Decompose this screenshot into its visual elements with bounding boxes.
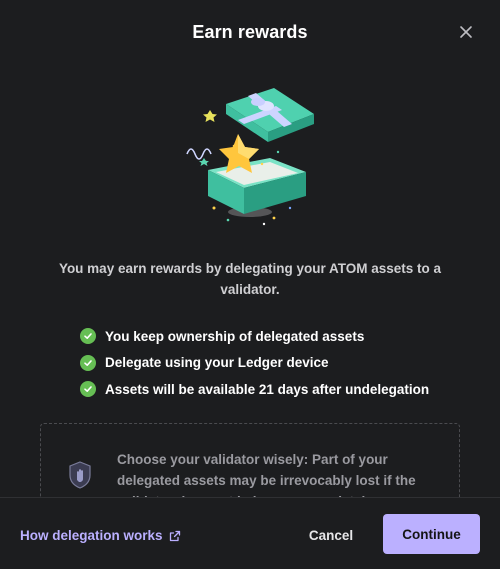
list-item-label: You keep ownership of delegated assets: [105, 328, 365, 344]
check-circle-icon: [80, 328, 96, 345]
list-item: Assets will be available 21 days after u…: [80, 376, 460, 403]
check-circle-icon: [80, 381, 96, 398]
dialog-footer: How delegation works Cancel Continue: [0, 497, 500, 569]
earn-rewards-dialog: Earn rewards You may earn rewards by del…: [0, 0, 500, 569]
shield-hand-icon: [67, 460, 93, 490]
list-item-label: Delegate using your Ledger device: [105, 355, 329, 371]
intro-text: You may earn rewards by delegating your …: [58, 261, 442, 297]
list-item-label: Assets will be available 21 days after u…: [105, 381, 430, 397]
gift-box-illustration: [178, 80, 322, 230]
continue-button[interactable]: Continue: [383, 514, 480, 554]
check-circle-icon: [80, 354, 96, 371]
cancel-button[interactable]: Cancel: [298, 516, 364, 554]
list-item: Delegate using your Ledger device: [80, 350, 460, 377]
dialog-title: Earn rewards: [192, 22, 308, 42]
list-item: You keep ownership of delegated assets: [80, 323, 460, 350]
close-icon[interactable]: [456, 22, 476, 42]
external-link-icon: [169, 530, 180, 541]
benefits-list: You keep ownership of delegated assets D…: [80, 323, 460, 403]
how-delegation-works-link[interactable]: How delegation works: [20, 528, 181, 543]
link-label: How delegation works: [20, 528, 163, 543]
